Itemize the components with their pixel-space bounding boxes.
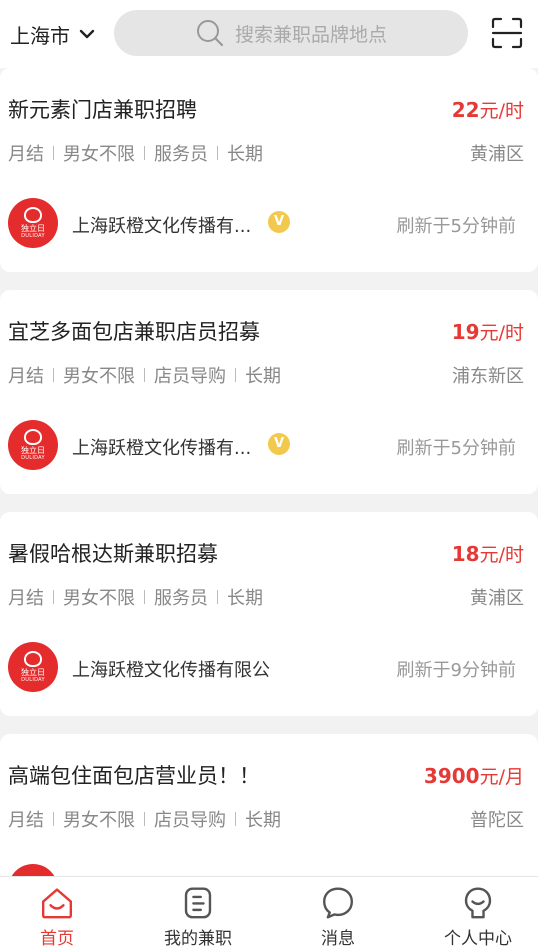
logo-text: 独立日 xyxy=(21,446,45,455)
salary-amount: 22 xyxy=(451,98,480,122)
tag-divider xyxy=(217,590,218,604)
tag-divider xyxy=(144,812,145,826)
home-icon xyxy=(41,888,73,919)
job-tag: 男女不限 xyxy=(63,810,135,831)
tab-label: 我的兼职 xyxy=(164,929,232,948)
company-name: 上海跃橙文化传播有... xyxy=(72,438,252,459)
salary-amount: 19 xyxy=(451,320,480,344)
job-tag: 服务员 xyxy=(154,144,208,165)
tab-home[interactable]: 首页 xyxy=(2,885,112,948)
logo-subtext: DULIDAY xyxy=(21,677,45,683)
search-icon xyxy=(196,20,224,47)
job-title: 暑假哈根达斯兼职招募 xyxy=(8,542,218,566)
top-bar: 上海市 搜索兼职品牌地点 xyxy=(0,0,538,68)
chevron-down-icon xyxy=(79,29,95,39)
tab-label: 首页 xyxy=(40,929,74,948)
scan-icon[interactable] xyxy=(490,16,524,50)
job-tags: 月结 男女不限 店员导购 长期 xyxy=(8,806,281,832)
job-card[interactable]: 新元素门店兼职招聘 22元/时 月结 男女不限 服务员 长期 黄浦区 独立日 D… xyxy=(0,68,538,272)
logo-face-icon xyxy=(24,207,42,223)
job-tag: 月结 xyxy=(8,144,44,165)
logo-face-icon xyxy=(24,429,42,445)
tab-messages[interactable]: 消息 xyxy=(283,885,393,948)
salary-amount: 18 xyxy=(451,542,480,566)
tag-divider xyxy=(235,812,236,826)
job-tag: 月结 xyxy=(8,366,44,387)
salary-amount: 3900 xyxy=(423,764,480,788)
job-tags: 月结 男女不限 店员导购 长期 xyxy=(8,362,281,388)
logo-subtext: DULIDAY xyxy=(21,233,45,239)
salary-unit: 元/时 xyxy=(479,544,524,566)
job-tag: 月结 xyxy=(8,810,44,831)
profile-icon xyxy=(464,887,492,919)
refresh-time: 刷新于9分钟前 xyxy=(396,660,516,681)
verified-badge-icon: V xyxy=(268,433,290,455)
tab-label: 消息 xyxy=(321,929,355,948)
city-selector[interactable]: 上海市 xyxy=(10,18,96,50)
tag-divider xyxy=(235,368,236,382)
tab-my-jobs[interactable]: 我的兼职 xyxy=(143,885,253,948)
job-tag: 男女不限 xyxy=(63,144,135,165)
tab-profile[interactable]: 个人中心 xyxy=(423,885,533,948)
job-tags: 月结 男女不限 服务员 长期 xyxy=(8,584,263,610)
salary-unit: 元/月 xyxy=(479,766,524,788)
tag-divider xyxy=(217,146,218,160)
job-tag: 男女不限 xyxy=(63,588,135,609)
salary-unit: 元/时 xyxy=(479,322,524,344)
refresh-time: 刷新于5分钟前 xyxy=(396,438,516,459)
job-tags: 月结 男女不限 服务员 长期 xyxy=(8,140,263,166)
job-tag: 店员导购 xyxy=(154,810,226,831)
logo-text: 独立日 xyxy=(21,224,45,233)
tag-divider xyxy=(144,590,145,604)
job-salary: 19元/时 xyxy=(452,318,524,345)
company-logo: 独立日 DULIDAY xyxy=(8,420,58,470)
job-tag: 店员导购 xyxy=(154,366,226,387)
job-card[interactable]: 暑假哈根达斯兼职招募 18元/时 月结 男女不限 服务员 长期 黄浦区 独立日 … xyxy=(0,512,538,716)
salary-unit: 元/时 xyxy=(479,100,524,122)
tab-label: 个人中心 xyxy=(444,929,512,948)
logo-face-icon xyxy=(24,651,42,667)
job-title: 宜芝多面包店兼职店员招募 xyxy=(8,320,260,344)
my-jobs-icon xyxy=(184,887,212,919)
job-tag: 长期 xyxy=(227,144,263,165)
job-tag: 男女不限 xyxy=(63,366,135,387)
job-tag: 长期 xyxy=(245,366,281,387)
job-tag: 长期 xyxy=(245,810,281,831)
job-salary: 18元/时 xyxy=(452,540,524,567)
job-salary: 3900元/月 xyxy=(424,762,524,789)
tag-divider xyxy=(53,590,54,604)
search-input[interactable]: 搜索兼职品牌地点 xyxy=(114,10,468,56)
logo-subtext: DULIDAY xyxy=(21,455,45,461)
tag-divider xyxy=(53,812,54,826)
company-name: 上海跃橙文化传播有限公 xyxy=(72,660,270,681)
job-title: 新元素门店兼职招聘 xyxy=(8,98,197,122)
company-name: 上海跃橙文化传播有... xyxy=(72,216,252,237)
tag-divider xyxy=(144,368,145,382)
job-card[interactable]: 宜芝多面包店兼职店员招募 19元/时 月结 男女不限 店员导购 长期 浦东新区 … xyxy=(0,290,538,494)
job-district: 黄浦区 xyxy=(470,588,524,609)
city-label: 上海市 xyxy=(10,23,70,48)
job-salary: 22元/时 xyxy=(452,96,524,123)
job-title: 高端包住面包店营业员！！ xyxy=(8,764,260,788)
tag-divider xyxy=(53,146,54,160)
company-logo: 独立日 DULIDAY xyxy=(8,642,58,692)
verified-badge-icon: V xyxy=(268,211,290,233)
job-tag: 服务员 xyxy=(154,588,208,609)
logo-text: 独立日 xyxy=(21,668,45,677)
job-tag: 月结 xyxy=(8,588,44,609)
job-district: 浦东新区 xyxy=(452,366,524,387)
bottom-tab-bar: 首页 我的兼职 消息 个人中心 xyxy=(0,876,538,948)
tag-divider xyxy=(53,368,54,382)
search-placeholder: 搜索兼职品牌地点 xyxy=(234,23,387,46)
tag-divider xyxy=(144,146,145,160)
job-district: 普陀区 xyxy=(470,810,524,831)
refresh-time: 刷新于5分钟前 xyxy=(396,216,516,237)
message-icon xyxy=(322,887,354,919)
company-logo: 独立日 DULIDAY xyxy=(8,198,58,248)
job-district: 黄浦区 xyxy=(470,144,524,165)
job-tag: 长期 xyxy=(227,588,263,609)
